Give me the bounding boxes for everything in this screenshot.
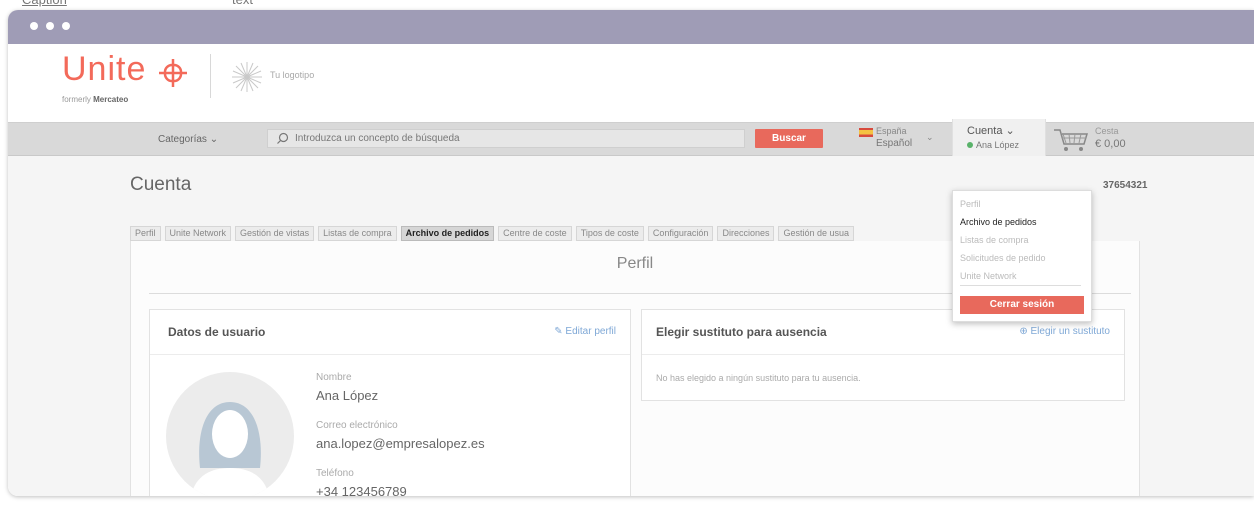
chevron-down-icon: ⌄ [209, 134, 219, 145]
title-bar [8, 10, 1254, 44]
tab-archivo-pedidos[interactable]: Archivo de pedidos [400, 226, 495, 241]
account-tabs: Perfil Unite Network Gestión de vistas L… [130, 226, 855, 241]
account-menu-trigger[interactable]: Cuenta ⌄ Ana López [952, 119, 1046, 159]
chevron-down-icon: ⌄ [1005, 125, 1015, 137]
brand-logo-text[interactable]: Unite [62, 50, 146, 89]
user-data-card: Datos de usuario ✎ Editar perfil Nombre … [149, 309, 631, 496]
menu-item-archivo-pedidos[interactable]: Archivo de pedidos [960, 217, 1037, 227]
spain-flag-icon [859, 128, 873, 137]
menu-divider [960, 285, 1081, 286]
search-button[interactable]: Buscar [755, 129, 823, 148]
account-dropdown-menu: Perfil Archivo de pedidos Listas de comp… [952, 190, 1092, 322]
online-status-icon [967, 142, 973, 148]
substitute-empty-message: No has elegido a ningún sustituto para t… [656, 373, 861, 383]
window-dot-close[interactable] [30, 22, 38, 30]
tab-unite-network[interactable]: Unite Network [164, 226, 232, 241]
search-placeholder: Introduzca un concepto de búsqueda [295, 133, 460, 144]
tab-gestion-vistas[interactable]: Gestión de vistas [235, 226, 315, 241]
tab-centre-coste[interactable]: Centre de coste [498, 226, 572, 241]
customer-logo-icon [232, 62, 262, 92]
phone-label: Teléfono [316, 468, 354, 479]
language-label[interactable]: Español [876, 138, 912, 149]
tab-perfil[interactable]: Perfil [130, 226, 161, 241]
logo-divider [210, 54, 211, 98]
search-input[interactable]: Introduzca un concepto de búsqueda [267, 129, 745, 148]
caption-strip: Caption text [0, 0, 1254, 10]
search-icon [277, 132, 289, 144]
navbar: Categorías ⌄ Introduzca un concepto de b… [8, 119, 1254, 159]
chevron-down-icon[interactable]: ⌄ [926, 132, 934, 143]
browser-window: Unite formerly Mercateo Tu logotipo Cate… [8, 10, 1254, 496]
choose-substitute-button[interactable]: ⊕ Elegir un sustituto [1019, 326, 1110, 337]
cart-label[interactable]: Cesta [1095, 126, 1119, 136]
categories-menu[interactable]: Categorías ⌄ [158, 134, 218, 145]
pencil-icon: ✎ [554, 326, 563, 337]
window-dot-maximize[interactable] [62, 22, 70, 30]
tab-configuracion[interactable]: Configuración [647, 226, 714, 241]
edit-profile-button[interactable]: ✎ Editar perfil [554, 326, 616, 337]
plus-circle-icon: ⊕ [1019, 326, 1028, 337]
email-label: Correo electrónico [316, 420, 398, 431]
user-card-title: Datos de usuario [168, 325, 266, 339]
phone-value: +34 123456789 [316, 484, 407, 496]
cart-amount[interactable]: € 0,00 [1095, 138, 1126, 150]
tab-listas-compra[interactable]: Listas de compra [318, 226, 397, 241]
site-header: Unite formerly Mercateo Tu logotipo [8, 44, 1254, 122]
substitute-card: Elegir sustituto para ausencia ⊕ Elegir … [641, 309, 1125, 401]
account-label: Cuenta ⌄ [967, 125, 1015, 137]
brand-formerly: formerly Mercateo [62, 95, 129, 104]
name-value: Ana López [316, 388, 379, 403]
account-user: Ana López [967, 140, 1019, 150]
tab-gestion-usuarios[interactable]: Gestión de usua [778, 226, 855, 241]
avatar-silhouette-icon [190, 402, 270, 496]
customer-logo-text: Tu logotipo [270, 70, 315, 80]
tab-tipos-coste[interactable]: Tipos de coste [575, 226, 644, 241]
tab-direcciones[interactable]: Direcciones [717, 226, 775, 241]
caption-link[interactable]: Caption [22, 0, 67, 7]
name-label: Nombre [316, 372, 352, 383]
caption-text: text [232, 0, 253, 7]
logout-button[interactable]: Cerrar sesión [960, 296, 1084, 314]
country-label[interactable]: España [876, 126, 907, 136]
menu-item-perfil[interactable]: Perfil [960, 199, 981, 209]
brand-logo-icon [159, 59, 187, 87]
email-value: ana.lopez@empresalopez.es [316, 436, 485, 451]
menu-item-unite-network[interactable]: Unite Network [960, 271, 1017, 281]
page-title: Cuenta [130, 174, 192, 195]
menu-item-listas-compra[interactable]: Listas de compra [960, 235, 1029, 245]
substitute-card-title: Elegir sustituto para ausencia [656, 325, 827, 339]
cart-icon[interactable] [1052, 127, 1090, 153]
menu-item-solicitudes-pedido[interactable]: Solicitudes de pedido [960, 253, 1046, 263]
window-dot-minimize[interactable] [46, 22, 54, 30]
account-number: 37654321 [1103, 180, 1148, 191]
user-card-header: Datos de usuario ✎ Editar perfil [150, 310, 630, 355]
avatar [166, 372, 294, 496]
viewport: Unite formerly Mercateo Tu logotipo Cate… [8, 44, 1254, 496]
